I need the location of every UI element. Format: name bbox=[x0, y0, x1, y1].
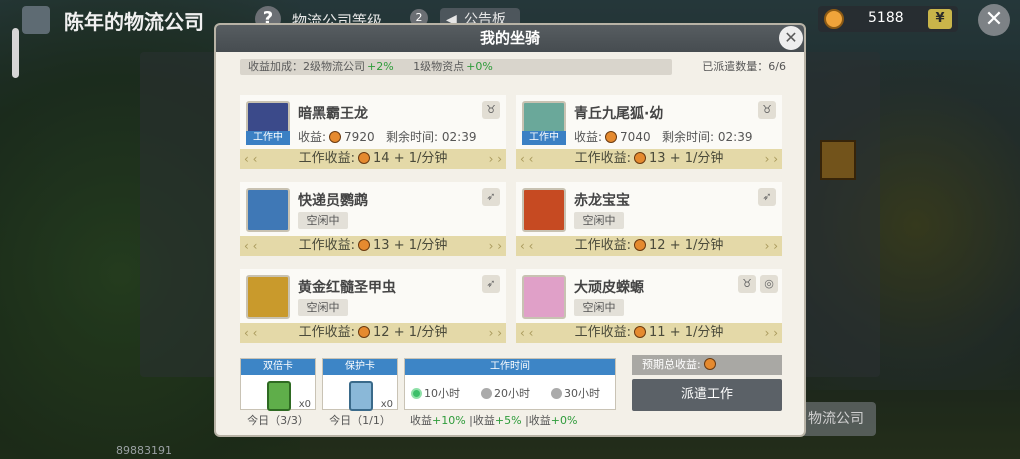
double-card-icon bbox=[267, 381, 291, 411]
mount-remaining-time: 剩余时间: 02:39 bbox=[662, 130, 753, 144]
work-income-bar: ‹ ‹ 工作收益: 12 + 1/分钟 › › bbox=[516, 236, 782, 256]
protect-card-today: 今日（1/1） bbox=[329, 414, 391, 427]
work-time-label: 工作时间 bbox=[405, 359, 615, 375]
chevron-right-icon: › › bbox=[488, 326, 502, 340]
work-time-box: 工作时间 10小时 20小时 30小时 bbox=[404, 358, 616, 410]
mount-modal: 我的坐骑 ✕ 收益加成：2级物流公司 +2% 1级物资点 +0% 已派遣数量：6/6… bbox=[216, 25, 804, 435]
protect-card-icon bbox=[349, 381, 373, 411]
modal-close-icon[interactable]: ✕ bbox=[779, 26, 803, 50]
mount-avatar bbox=[522, 188, 566, 232]
chevron-left-icon: ‹ ‹ bbox=[520, 326, 534, 340]
expected-income: 预期总收益: bbox=[632, 355, 782, 375]
company-title: 陈年的物流公司 bbox=[64, 10, 204, 34]
mount-name: 青丘九尾狐·幼 bbox=[574, 106, 664, 122]
company-icon[interactable] bbox=[22, 6, 50, 34]
mount-status-badge: 空闲中 bbox=[574, 299, 624, 316]
modal-title: 我的坐骑 bbox=[216, 25, 804, 52]
chevron-left-icon: ‹ ‹ bbox=[244, 239, 258, 253]
mount-avatar bbox=[246, 275, 290, 319]
mount-card[interactable]: 工作中 暗黑霸王龙 ♉ 收益: 7920 剩余时间: 02:39 ‹ ‹ 工作收益:… bbox=[240, 95, 506, 169]
bonus-bar: 收益加成：2级物流公司 +2% 1级物资点 +0% bbox=[240, 59, 672, 75]
work-income-bar: ‹ ‹ 工作收益: 11 + 1/分钟 › › bbox=[516, 323, 782, 343]
shop-cart-icon[interactable]: ¥ bbox=[928, 9, 952, 29]
coin-icon bbox=[358, 152, 371, 164]
work-income-bar: ‹ ‹ 工作收益: 14 + 1/分钟 › › bbox=[240, 149, 506, 169]
coin-icon bbox=[634, 152, 647, 164]
coin-icon bbox=[329, 131, 342, 143]
chevron-left-icon: ‹ ‹ bbox=[244, 152, 258, 166]
mount-income: 收益: 7040 bbox=[574, 130, 651, 144]
radio-selected-icon bbox=[411, 388, 422, 399]
radio-icon bbox=[481, 388, 492, 399]
chevron-right-icon: › › bbox=[764, 326, 778, 340]
mount-card[interactable]: 赤龙宝宝 ➶ 空闲中 ‹ ‹ 工作收益: 12 + 1/分钟 › › bbox=[516, 182, 782, 256]
mount-card[interactable]: 大顽皮蝾螈 ♉ ◎ 空闲中 ‹ ‹ 工作收益: 11 + 1/分钟 › › bbox=[516, 269, 782, 343]
double-card-box[interactable]: 双倍卡 x0 bbox=[240, 358, 316, 411]
work-time-bonuses: 收益+10% |收益+5% |收益+0% bbox=[410, 414, 578, 427]
chevron-left-icon: ‹ ‹ bbox=[520, 239, 534, 253]
protect-card-count: x0 bbox=[380, 399, 393, 410]
mount-name: 暗黑霸王龙 bbox=[298, 106, 368, 122]
work-time-option-20[interactable]: 20小时 bbox=[481, 385, 530, 401]
chevron-left-icon: ‹ ‹ bbox=[244, 326, 258, 340]
mount-status-badge: 工作中 bbox=[246, 131, 290, 145]
mount-name: 赤龙宝宝 bbox=[574, 193, 630, 209]
mount-avatar bbox=[246, 188, 290, 232]
close-main-icon[interactable]: ✕ bbox=[978, 4, 1010, 36]
mount-remaining-time: 剩余时间: 02:39 bbox=[386, 130, 477, 144]
double-card-count: x0 bbox=[298, 399, 311, 410]
chevron-left-icon: ‹ ‹ bbox=[520, 152, 534, 166]
bull-icon: ♉ bbox=[738, 275, 756, 293]
chevron-right-icon: › › bbox=[764, 239, 778, 253]
seal-icon: ◎ bbox=[760, 275, 778, 293]
coin-value: 5188 bbox=[868, 10, 904, 26]
coin-icon bbox=[634, 326, 647, 338]
mount-avatar bbox=[522, 275, 566, 319]
bull-icon: ♉ bbox=[482, 101, 500, 119]
mount-name: 大顽皮蝾螈 bbox=[574, 280, 644, 296]
coin-icon bbox=[605, 131, 618, 143]
coin-icon bbox=[634, 239, 647, 251]
bull-icon: ♉ bbox=[758, 101, 776, 119]
mount-name: 快递员鹦鹉 bbox=[298, 193, 368, 209]
mount-status-badge: 空闲中 bbox=[298, 299, 348, 316]
mount-card[interactable]: 工作中 青丘九尾狐·幼 ♉ 收益: 7040 剩余时间: 02:39 ‹ ‹ 工作收… bbox=[516, 95, 782, 169]
work-time-option-10[interactable]: 10小时 bbox=[411, 385, 460, 401]
mount-status-badge: 空闲中 bbox=[574, 212, 624, 229]
dispatch-work-button[interactable]: 派遣工作 bbox=[632, 379, 782, 411]
wing-icon: ➶ bbox=[758, 188, 776, 206]
chevron-right-icon: › › bbox=[764, 152, 778, 166]
chevron-right-icon: › › bbox=[488, 152, 502, 166]
coin-icon bbox=[824, 9, 844, 29]
radio-icon bbox=[551, 388, 562, 399]
wing-icon: ➶ bbox=[482, 275, 500, 293]
coin-icon bbox=[703, 358, 716, 370]
double-card-today: 今日（3/3） bbox=[247, 414, 309, 427]
coin-icon bbox=[358, 239, 371, 251]
chevron-right-icon: › › bbox=[488, 239, 502, 253]
work-income-bar: ‹ ‹ 工作收益: 13 + 1/分钟 › › bbox=[240, 236, 506, 256]
mount-status-badge: 空闲中 bbox=[298, 212, 348, 229]
dispatched-count: 已派遣数量：6/6 bbox=[702, 60, 786, 73]
work-income-bar: ‹ ‹ 工作收益: 12 + 1/分钟 › › bbox=[240, 323, 506, 343]
coin-icon bbox=[358, 326, 371, 338]
mount-income: 收益: 7920 bbox=[298, 130, 375, 144]
double-card-label: 双倍卡 bbox=[241, 359, 315, 375]
mount-card[interactable]: 黄金红髓圣甲虫 ➶ 空闲中 ‹ ‹ 工作收益: 12 + 1/分钟 › › bbox=[240, 269, 506, 343]
protect-card-box[interactable]: 保护卡 x0 bbox=[322, 358, 398, 411]
protect-card-label: 保护卡 bbox=[323, 359, 397, 375]
mount-card[interactable]: 快递员鹦鹉 ➶ 空闲中 ‹ ‹ 工作收益: 13 + 1/分钟 › › bbox=[240, 182, 506, 256]
player-id: 89883191 bbox=[116, 444, 172, 457]
scroll-handle[interactable] bbox=[12, 28, 19, 78]
mount-status-badge: 工作中 bbox=[522, 131, 566, 145]
wing-icon: ➶ bbox=[482, 188, 500, 206]
coin-display: 5188 ¥ bbox=[818, 6, 958, 32]
work-income-bar: ‹ ‹ 工作收益: 13 + 1/分钟 › › bbox=[516, 149, 782, 169]
logistics-company-button[interactable]: 物流公司 bbox=[796, 402, 876, 436]
mount-name: 黄金红髓圣甲虫 bbox=[298, 280, 396, 296]
work-time-option-30[interactable]: 30小时 bbox=[551, 385, 600, 401]
